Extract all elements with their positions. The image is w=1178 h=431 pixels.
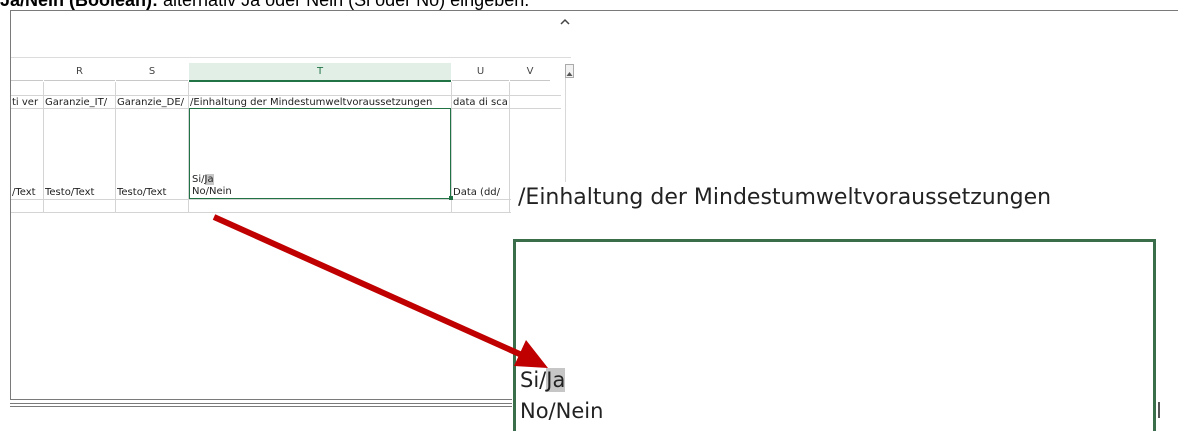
pointer-arrow-icon <box>212 214 548 368</box>
